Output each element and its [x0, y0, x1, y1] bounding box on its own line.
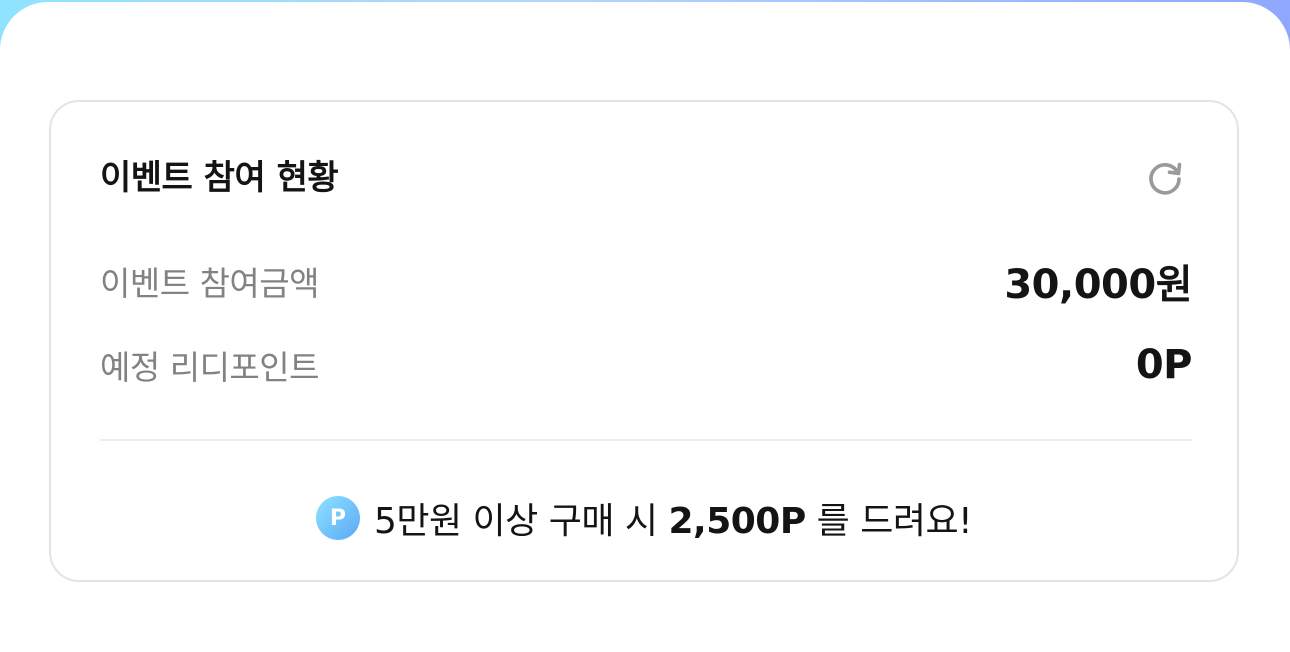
expected-points-row: 예정 리디포인트 0P [100, 338, 1193, 392]
promo-banner: P 5만원 이상 구매 시 2,500P 를 드려요! [51, 492, 1237, 544]
participation-amount-row: 이벤트 참여금액 30,000원 [100, 254, 1192, 308]
participation-amount-label: 이벤트 참여금액 [100, 264, 320, 303]
card-title: 이벤트 참여 현황 [100, 158, 339, 198]
promo-highlight: 2,500P [668, 501, 806, 542]
promo-text: 5만원 이상 구매 시 2,500P 를 드려요! [373, 492, 973, 544]
point-icon: P [315, 496, 360, 540]
participation-amount-value: 30,000원 [1004, 262, 1192, 308]
refresh-button[interactable] [1143, 157, 1187, 201]
promo-text-before: 5만원 이상 구매 시 [373, 501, 669, 542]
event-status-card: 이벤트 참여 현황 이벤트 참여금액 30,000원 예정 리디포인트 0P P… [49, 100, 1239, 582]
bottom-sheet: 이벤트 참여 현황 이벤트 참여금액 30,000원 예정 리디포인트 0P P… [0, 2, 1290, 652]
expected-points-label: 예정 리디포인트 [100, 348, 320, 387]
expected-points-value: 0P [1135, 342, 1193, 388]
divider [100, 439, 1192, 441]
refresh-icon [1149, 162, 1182, 195]
promo-text-after: 를 드려요! [805, 501, 973, 542]
